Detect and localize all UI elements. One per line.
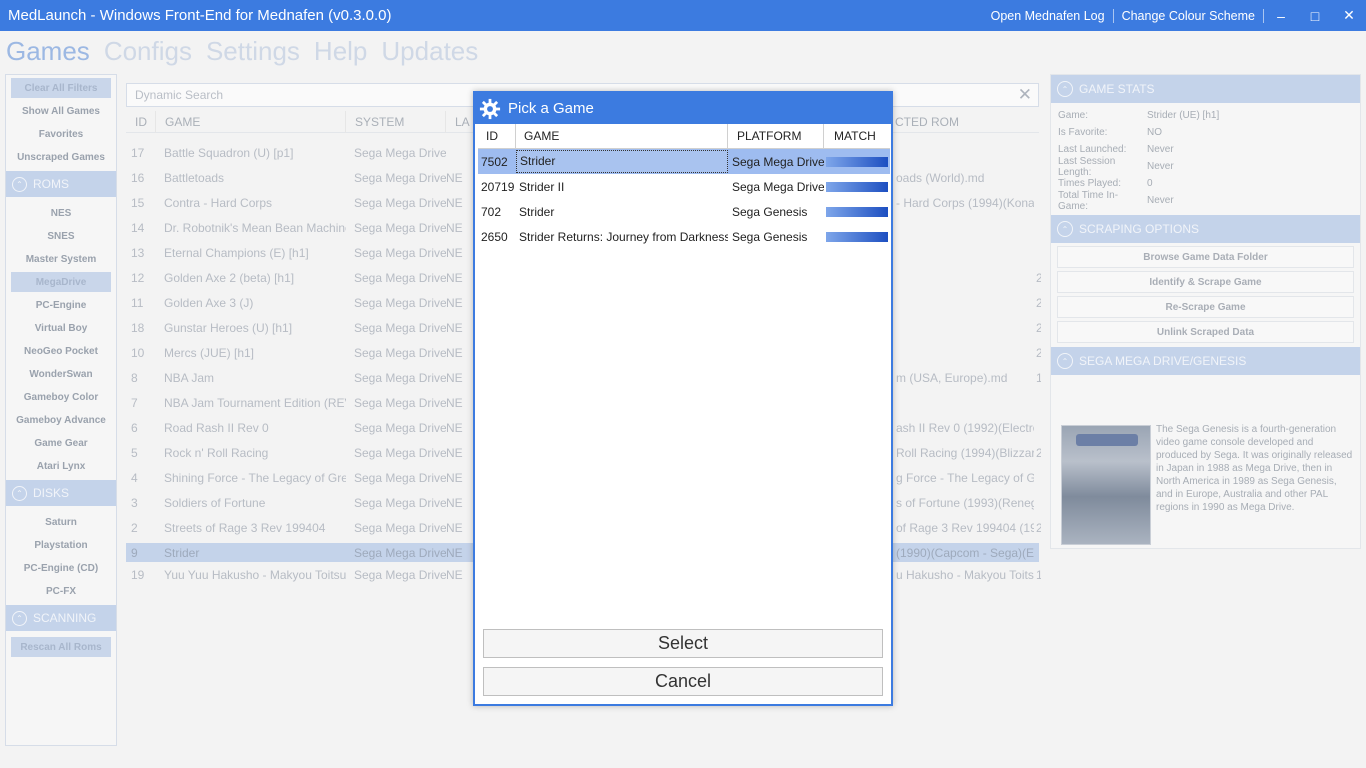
- result-match: [824, 199, 890, 224]
- col-match[interactable]: MATCH: [824, 124, 890, 149]
- result-platform: Sega Genesis: [732, 204, 808, 219]
- minimize-button[interactable]: –: [1264, 0, 1298, 31]
- result-id: 2650: [481, 229, 508, 244]
- match-bar: [826, 232, 888, 242]
- result-row[interactable]: 2650 Strider Returns: Journey from Darkne…: [478, 224, 890, 249]
- match-bar: [826, 182, 888, 192]
- result-match: [824, 174, 890, 199]
- maximize-button[interactable]: □: [1298, 0, 1332, 31]
- cancel-button[interactable]: Cancel: [483, 667, 883, 696]
- close-button[interactable]: ✕: [1332, 0, 1366, 31]
- result-match: [824, 149, 890, 174]
- result-row[interactable]: 20719 Strider II Sega Mega Drive: [478, 174, 890, 199]
- result-row[interactable]: 7502 Strider Sega Mega Drive: [478, 149, 890, 174]
- col-id[interactable]: ID: [478, 124, 516, 149]
- select-button[interactable]: Select: [483, 629, 883, 658]
- result-id: 702: [481, 204, 502, 219]
- result-platform: Sega Mega Drive: [732, 154, 824, 169]
- results-table: ID GAME PLATFORM MATCH 7502 Strider Sega M…: [478, 124, 890, 249]
- result-game: Strider Returns: Journey from Darkness: [519, 229, 728, 244]
- window-title: MedLaunch - Windows Front-End for Mednaf…: [8, 7, 392, 24]
- open-mednafen-log-link[interactable]: Open Mednafen Log: [983, 9, 1113, 23]
- results-header: ID GAME PLATFORM MATCH: [478, 124, 890, 149]
- result-platform: Sega Genesis: [732, 229, 808, 244]
- result-game: Strider: [516, 150, 728, 173]
- col-platform[interactable]: PLATFORM: [728, 124, 824, 149]
- dialog-title: Pick a Game: [508, 100, 594, 117]
- result-id: 7502: [481, 154, 508, 169]
- title-bar: MedLaunch - Windows Front-End for Mednaf…: [0, 0, 1366, 31]
- result-row[interactable]: 702 Strider Sega Genesis: [478, 199, 890, 224]
- col-game[interactable]: GAME: [516, 124, 728, 149]
- title-bar-actions: Open Mednafen Log Change Colour Scheme –…: [983, 0, 1366, 31]
- pick-a-game-dialog: Pick a Game ID GAME PLATFORM MATCH 7502 S…: [473, 91, 893, 706]
- results-rows: 7502 Strider Sega Mega Drive 20719 Strider I…: [478, 149, 890, 249]
- result-id: 20719: [481, 179, 515, 194]
- match-bar: [826, 207, 888, 217]
- change-colour-scheme-link[interactable]: Change Colour Scheme: [1114, 9, 1263, 23]
- gear-icon: [479, 98, 501, 119]
- result-game: Strider II: [519, 179, 565, 194]
- dialog-title-bar: Pick a Game: [475, 93, 891, 124]
- result-platform: Sega Mega Drive: [732, 179, 824, 194]
- result-match: [824, 224, 890, 249]
- result-game: Strider: [519, 204, 555, 219]
- match-bar: [826, 157, 888, 167]
